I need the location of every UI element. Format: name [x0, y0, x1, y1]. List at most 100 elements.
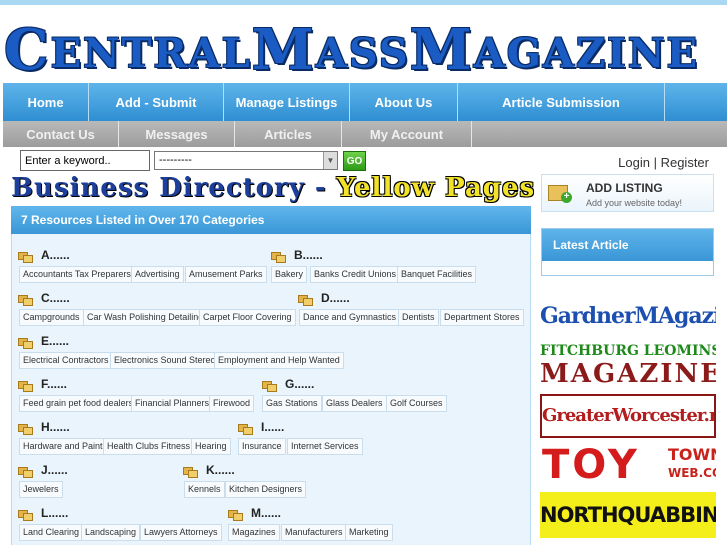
- category-link[interactable]: Department Stores: [440, 309, 524, 326]
- add-listing-button[interactable]: ADD LISTING Add your website today!: [541, 174, 714, 212]
- ad-fitchburg-leominster-magazine[interactable]: FITCHBURG LEOMINSTER MAGAZINE: [540, 343, 716, 391]
- ad-greater-worcester[interactable]: GreaterWorcester.net: [540, 394, 716, 438]
- category-link[interactable]: Advertising: [131, 266, 184, 283]
- category-link[interactable]: Car Wash Polishing Detailing: [83, 309, 208, 326]
- category-link[interactable]: Accountants Tax Preparers: [19, 266, 135, 283]
- site-logo[interactable]: C ENTRAL M ASS M AGAZINE: [4, 8, 699, 78]
- letter-label: K......: [206, 463, 235, 477]
- category-link[interactable]: Amusement Parks: [185, 266, 267, 283]
- letter-heading-g[interactable]: G......: [262, 377, 314, 392]
- ad-toy-text: TOY: [542, 442, 640, 488]
- register-link[interactable]: Register: [661, 155, 709, 170]
- category-link[interactable]: Employment and Help Wanted: [214, 352, 344, 369]
- category-link[interactable]: Electrical Contractors: [19, 352, 113, 369]
- letter-heading-k[interactable]: K......: [183, 463, 235, 478]
- nav-articles[interactable]: Articles: [235, 121, 342, 147]
- chevron-down-icon: ▼: [323, 152, 337, 169]
- directory-header: 7 Resources Listed in Over 170 Categorie…: [11, 206, 531, 234]
- category-link[interactable]: Kitchen Designers: [225, 481, 307, 498]
- nav-contact-us[interactable]: Contact Us: [3, 121, 119, 147]
- nav-article-submission[interactable]: Article Submission: [458, 83, 665, 121]
- category-link[interactable]: Internet Services: [287, 438, 363, 455]
- latest-article-box: Latest Article: [541, 228, 714, 276]
- category-link[interactable]: Feed grain pet food dealers: [19, 395, 138, 412]
- category-link[interactable]: Bakery: [271, 266, 308, 283]
- go-button[interactable]: GO: [343, 151, 366, 171]
- ad-toy-town[interactable]: TOY TOWN WEB.COM: [540, 442, 716, 488]
- category-link[interactable]: Hearing: [191, 438, 231, 455]
- letter-heading-j[interactable]: J......: [18, 463, 68, 478]
- nav-messages[interactable]: Messages: [119, 121, 235, 147]
- nav-manage-listings[interactable]: Manage Listings: [224, 83, 350, 121]
- latest-article-heading: Latest Article: [542, 229, 713, 261]
- logo-text: AGAZINE: [473, 30, 699, 77]
- category-link[interactable]: Electronics Sound Stereo: [110, 352, 220, 369]
- category-link[interactable]: Golf Courses: [386, 395, 447, 412]
- secondary-nav: Contact Us Messages Articles My Account: [3, 121, 727, 147]
- letter-heading-m[interactable]: M......: [228, 506, 281, 521]
- letter-label: C......: [41, 291, 70, 305]
- category-link[interactable]: Dentists: [398, 309, 439, 326]
- folder-icon: [262, 379, 277, 392]
- letter-heading-d[interactable]: D......: [298, 291, 350, 306]
- ad-toy-web-text: WEB.COM: [668, 466, 716, 480]
- folder-icon: [298, 293, 313, 306]
- category-link[interactable]: Magazines: [228, 524, 280, 541]
- letter-heading-b[interactable]: B......: [271, 248, 323, 263]
- category-link[interactable]: Banks Credit Unions: [310, 266, 401, 283]
- category-link[interactable]: Banquet Facilities: [397, 266, 477, 283]
- folder-icon: [228, 508, 243, 521]
- category-link[interactable]: Insurance: [238, 438, 286, 455]
- category-link[interactable]: Campgrounds: [19, 309, 84, 326]
- nav-add-submit[interactable]: Add - Submit: [89, 83, 224, 121]
- category-link[interactable]: Lawyers Attorneys: [140, 524, 222, 541]
- category-link[interactable]: Marketing: [345, 524, 393, 541]
- banner-title: Business Directory -: [11, 173, 337, 203]
- folder-icon: [18, 336, 33, 349]
- category-link[interactable]: Land Clearing: [19, 524, 84, 541]
- letter-heading-h[interactable]: H......: [18, 420, 70, 435]
- category-link[interactable]: Dance and Gymnastics: [299, 309, 401, 326]
- letter-label: A......: [41, 248, 70, 262]
- category-select-value: ---------: [159, 154, 192, 166]
- category-link[interactable]: Jewelers: [19, 481, 63, 498]
- letter-heading-i[interactable]: I......: [238, 420, 284, 435]
- ad-gardner-magazine[interactable]: GardnerMAgazine: [540, 291, 716, 341]
- folder-icon: [18, 379, 33, 392]
- category-select[interactable]: --------- ▼: [154, 151, 338, 170]
- letter-label: E......: [41, 334, 70, 348]
- letter-label: M......: [251, 506, 281, 520]
- folder-icon: [238, 422, 253, 435]
- login-link[interactable]: Login: [618, 155, 650, 170]
- logo-text: ENTRAL: [50, 30, 252, 77]
- keyword-search-input[interactable]: [20, 150, 150, 171]
- ad-north-quabbin[interactable]: NORTHQUABBIN.COM: [540, 492, 716, 538]
- category-link[interactable]: Landscaping: [81, 524, 141, 541]
- category-link[interactable]: Health Clubs Fitness: [103, 438, 195, 455]
- nav-my-account[interactable]: My Account: [342, 121, 472, 147]
- category-link[interactable]: Carpet Floor Covering: [199, 309, 296, 326]
- letter-label: H......: [41, 420, 70, 434]
- letter-heading-c[interactable]: C......: [18, 291, 70, 306]
- letter-heading-e[interactable]: E......: [18, 334, 70, 349]
- category-link[interactable]: Manufacturers: [281, 524, 347, 541]
- category-link[interactable]: Kennels: [184, 481, 225, 498]
- letter-heading-l[interactable]: L......: [18, 506, 68, 521]
- category-link[interactable]: Gas Stations: [262, 395, 322, 412]
- letter-label: J......: [41, 463, 68, 477]
- nav-about-us[interactable]: About Us: [350, 83, 458, 121]
- category-link[interactable]: Firewood: [209, 395, 255, 412]
- top-border: [0, 0, 727, 5]
- category-link[interactable]: Financial Planners: [131, 395, 214, 412]
- letter-label: D......: [321, 291, 350, 305]
- letter-heading-f[interactable]: F......: [18, 377, 67, 392]
- category-link[interactable]: Glass Dealers: [322, 395, 387, 412]
- letter-heading-a[interactable]: A......: [18, 248, 70, 263]
- add-listing-title: ADD LISTING: [586, 181, 663, 195]
- logo-letter: M: [251, 17, 316, 83]
- nav-home[interactable]: Home: [3, 83, 89, 121]
- logo-text: ASS: [315, 30, 410, 77]
- ad-fitchburg-magazine: MAGAZINE: [540, 359, 716, 389]
- logo-letter: C: [4, 17, 51, 83]
- category-link[interactable]: Hardware and Paint: [19, 438, 107, 455]
